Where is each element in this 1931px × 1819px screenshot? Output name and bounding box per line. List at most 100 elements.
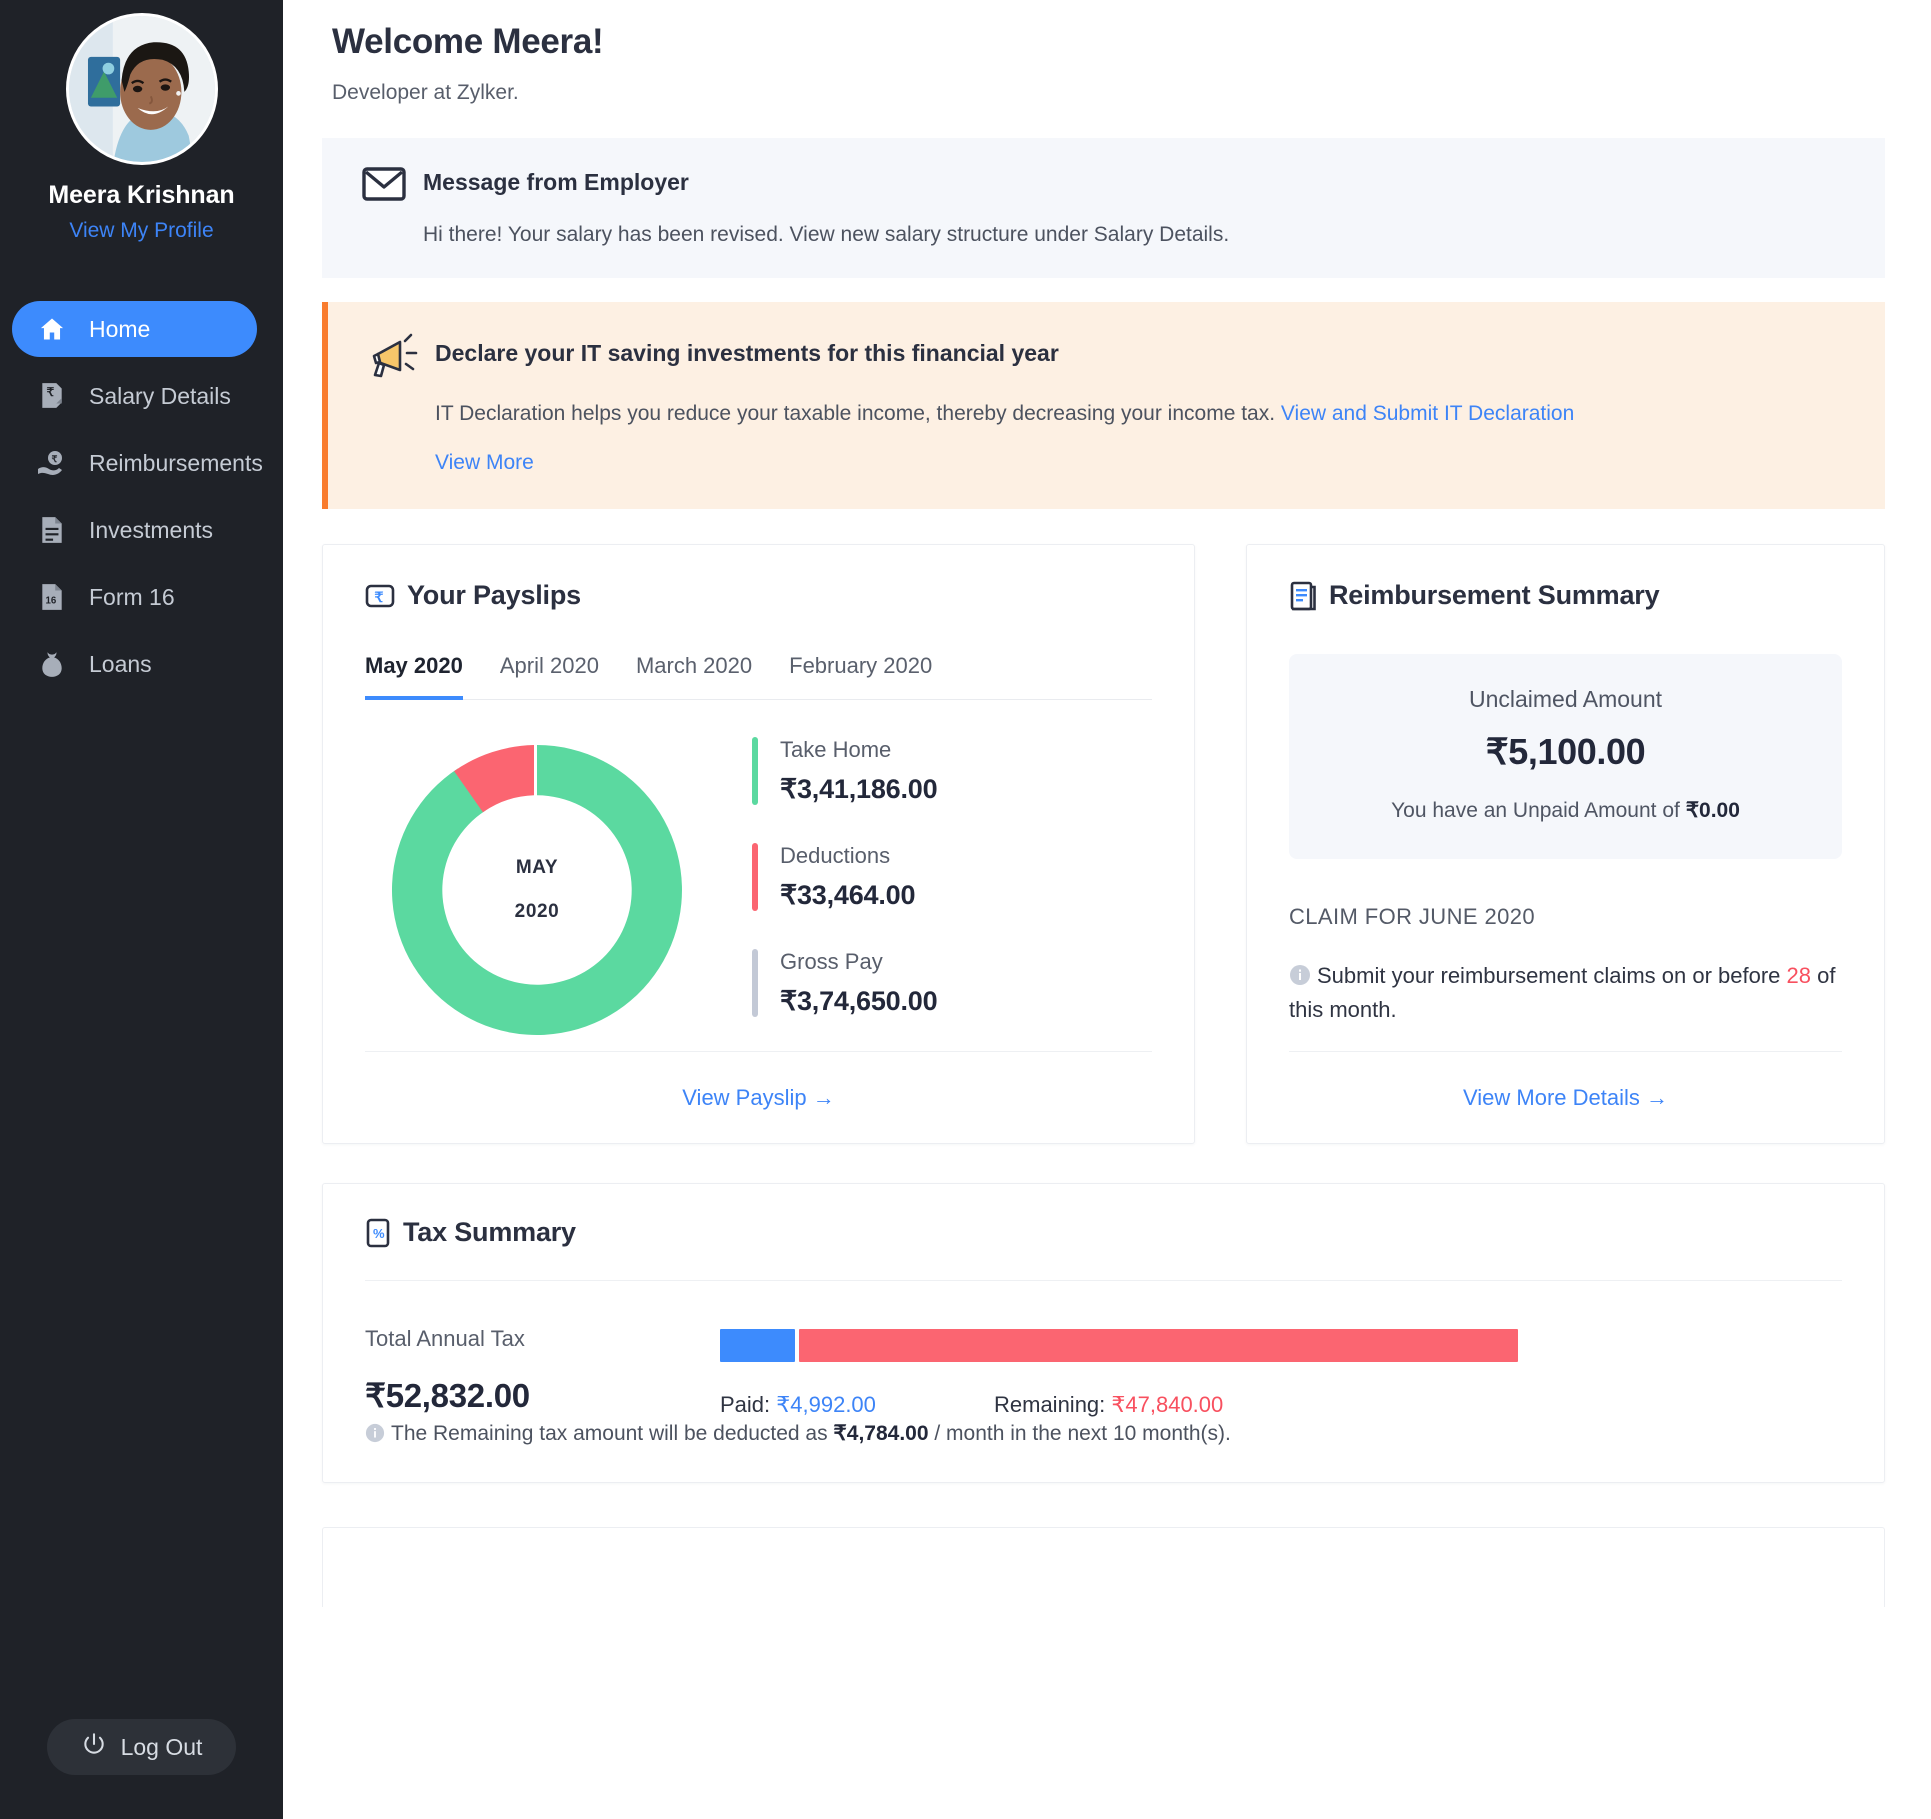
tax-footnote-amount: ₹4,784.00 [833, 1422, 929, 1445]
sidebar-item-salary-details[interactable]: ₹ Salary Details [12, 368, 257, 424]
reimbursement-summary-card: Reimbursement Summary Unclaimed Amount ₹… [1246, 544, 1885, 1144]
tax-footnote: The Remaining tax amount will be deducte… [365, 1421, 1231, 1449]
reimbursement-icon [1289, 581, 1317, 611]
tax-summary-body: Total Annual Tax ₹52,832.00 Paid: ₹4,992… [365, 1326, 1842, 1418]
tax-summary-card: % Tax Summary Total Annual Tax ₹52,832.0… [322, 1183, 1885, 1483]
view-and-submit-it-declaration-link[interactable]: View and Submit IT Declaration [1281, 402, 1574, 425]
profile-name: Meera Krishnan [48, 181, 235, 209]
view-payslip-link[interactable]: View Payslip → [682, 1085, 834, 1111]
sidebar-item-home[interactable]: Home [12, 301, 257, 357]
sidebar-item-label: Form 16 [89, 583, 175, 610]
tax-summary-card-title: % Tax Summary [365, 1217, 1842, 1248]
page-subtitle: Developer at Zylker. [332, 81, 519, 104]
claim-deadline-day: 28 [1786, 963, 1812, 988]
claim-heading: CLAIM FOR JUNE 2020 [1289, 904, 1536, 929]
sidebar-item-label: Reimbursements [89, 449, 263, 476]
payslips-title-text: Your Payslips [407, 580, 581, 610]
reimbursement-card-footer: View More Details → [1289, 1051, 1842, 1143]
legend-label: Deductions [780, 843, 891, 868]
log-out-label: Log Out [120, 1733, 203, 1760]
employer-message-body: Hi there! Your salary has been revised. … [423, 223, 1230, 246]
payslip-rupee-icon: ₹ [365, 581, 395, 611]
view-my-profile-link[interactable]: View My Profile [69, 219, 213, 243]
payslips-card: ₹ Your Payslips May 2020 April 2020 Marc… [322, 544, 1195, 1144]
sidebar-item-label: Home [89, 315, 151, 342]
page-title: Welcome Meera! [332, 22, 604, 61]
legend-value: ₹3,74,650.00 [780, 986, 938, 1016]
hand-rupee-icon: ₹ [37, 448, 67, 478]
tab-march-2020[interactable]: March 2020 [636, 653, 752, 700]
tax-remaining-label-text: Remaining: [994, 1392, 1112, 1417]
main-content: Welcome Meera! Developer at Zylker. Mess… [283, 0, 1931, 1819]
tax-bar-segment-remaining [799, 1329, 1518, 1362]
sidebar-item-label: Salary Details [89, 382, 231, 409]
legend-item-deductions: Deductions ₹33,464.00 [752, 843, 937, 911]
avatar-photo [68, 16, 215, 162]
donut-svg [391, 745, 682, 1035]
payslip-tabs: May 2020 April 2020 March 2020 February … [365, 653, 1152, 700]
payslip-body: MAY 2020 Take Home ₹3,41,186.00 Deductio… [365, 731, 1152, 1049]
tax-footnote-suffix: / month in the next 10 month(s). [928, 1422, 1231, 1445]
legend-item-take-home: Take Home ₹3,41,186.00 [752, 737, 938, 805]
legend-color-swatch [752, 737, 758, 805]
legend-value: ₹33,464.00 [780, 880, 916, 910]
it-declaration-body: IT Declaration helps you reduce your tax… [435, 402, 1885, 426]
tax-card-divider [365, 1280, 1842, 1281]
legend-label: Take Home [780, 737, 892, 762]
form-16-icon: 16 [37, 582, 67, 612]
sidebar-item-loans[interactable]: Loans [12, 636, 257, 692]
unpaid-amount-note: You have an Unpaid Amount of ₹0.00 [1289, 798, 1842, 823]
legend-item-gross-pay: Gross Pay ₹3,74,650.00 [752, 949, 938, 1017]
it-declaration-banner: Declare your IT saving investments for t… [322, 302, 1885, 509]
tax-progress-block: Paid: ₹4,992.00 Remaining: ₹47,840.00 [720, 1326, 1842, 1418]
tab-april-2020[interactable]: April 2020 [500, 653, 599, 700]
sidebar-nav: Home ₹ Salary Details ₹ Reimbursements I… [0, 301, 283, 703]
reimbursement-title-text: Reimbursement Summary [1329, 580, 1660, 610]
envelope-icon [362, 165, 406, 206]
it-declaration-title: Declare your IT saving investments for t… [435, 340, 1059, 366]
unpaid-note-prefix: You have an Unpaid Amount of [1391, 799, 1686, 822]
view-more-details-link[interactable]: View More Details → [1463, 1085, 1668, 1111]
power-icon [81, 1731, 107, 1763]
tax-total-block: Total Annual Tax ₹52,832.00 [365, 1326, 720, 1418]
employer-message-banner: Message from Employer Hi there! Your sal… [322, 138, 1885, 278]
page-header: Welcome Meera! Developer at Zylker. [283, 0, 1931, 105]
claim-note: Submit your reimbursement claims on or b… [1289, 960, 1842, 1025]
it-view-more-link[interactable]: View More [435, 451, 534, 475]
svg-text:%: % [373, 1226, 385, 1241]
claim-note-prefix: Submit your reimbursement claims on or b… [1317, 963, 1787, 988]
tab-may-2020[interactable]: May 2020 [365, 653, 463, 700]
log-out-button[interactable]: Log Out [46, 1719, 237, 1775]
unclaimed-amount-value: ₹5,100.00 [1485, 731, 1646, 772]
legend-color-swatch [752, 843, 758, 911]
tax-bar-segment-paid [720, 1329, 796, 1362]
tax-remaining-label: Remaining: ₹47,840.00 [994, 1392, 1223, 1418]
tax-footnote-prefix: The Remaining tax amount will be deducte… [391, 1422, 834, 1445]
reimbursement-card-title: Reimbursement Summary [1289, 580, 1842, 611]
sidebar-item-form-16[interactable]: 16 Form 16 [12, 569, 257, 625]
document-lines-icon [37, 515, 67, 545]
total-annual-tax-value: ₹52,832.00 [365, 1377, 530, 1414]
svg-text:₹: ₹ [47, 385, 55, 399]
megaphone-icon [370, 331, 422, 385]
payslips-card-title: ₹ Your Payslips [365, 580, 1152, 611]
tax-paid-label: Paid: ₹4,992.00 [720, 1392, 994, 1418]
legend-color-swatch [752, 949, 758, 1017]
donut-slice-take-home [391, 745, 682, 1035]
unclaimed-amount-box: Unclaimed Amount ₹5,100.00 You have an U… [1289, 654, 1842, 859]
next-card-peek [322, 1527, 1885, 1607]
tax-progress-bar [720, 1329, 1518, 1362]
sidebar-item-label: Investments [89, 516, 213, 543]
svg-text:₹: ₹ [375, 591, 384, 606]
legend-value: ₹3,41,186.00 [780, 774, 938, 804]
tab-february-2020[interactable]: February 2020 [789, 653, 932, 700]
unclaimed-amount-label: Unclaimed Amount [1468, 686, 1663, 712]
sidebar-item-investments[interactable]: Investments [12, 502, 257, 558]
tax-calculator-icon: % [365, 1218, 391, 1248]
sidebar-item-reimbursements[interactable]: ₹ Reimbursements [12, 435, 263, 491]
logout-container: Log Out [0, 1719, 283, 1775]
sidebar: Meera Krishnan View My Profile Home ₹ Sa… [0, 0, 283, 1819]
it-declaration-body-text: IT Declaration helps you reduce your tax… [435, 402, 1276, 425]
avatar[interactable] [65, 13, 218, 165]
total-annual-tax-label: Total Annual Tax [365, 1326, 525, 1351]
